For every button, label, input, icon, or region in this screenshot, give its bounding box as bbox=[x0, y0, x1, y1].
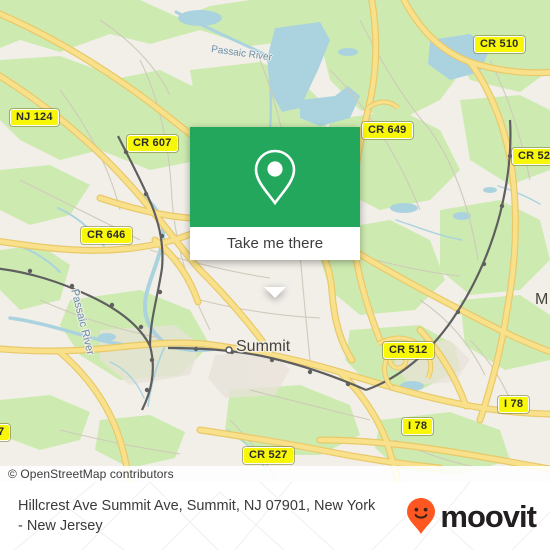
map-pin-icon bbox=[254, 149, 296, 206]
road-shield-nj-124[interactable]: NJ 124 bbox=[10, 109, 59, 126]
road-shield-cr-649[interactable]: CR 649 bbox=[362, 122, 413, 139]
popup-pointer-tail bbox=[264, 287, 286, 298]
moovit-logo[interactable]: moovit bbox=[406, 497, 537, 535]
station-dot-icon bbox=[225, 346, 233, 354]
take-me-there-label: Take me there bbox=[226, 235, 324, 252]
popup-action-row[interactable]: Take me there bbox=[190, 227, 360, 260]
moovit-wordmark: moovit bbox=[440, 498, 537, 534]
road-shield-cr-607[interactable]: CR 607 bbox=[127, 135, 178, 152]
shield-label: CR 512 bbox=[389, 344, 428, 356]
shield-label: CR 646 bbox=[87, 229, 126, 241]
shield-label: CR 510 bbox=[480, 38, 519, 50]
shield-label: I 78 bbox=[504, 398, 524, 410]
road-shield-cr-527-south[interactable]: CR 527 bbox=[243, 447, 294, 464]
attribution-text[interactable]: © OpenStreetMap contributors bbox=[8, 467, 174, 481]
road-shield-clipped-left[interactable]: 7 bbox=[0, 424, 11, 441]
shield-label: CR 527 bbox=[249, 449, 288, 461]
shield-label: 7 bbox=[0, 426, 5, 438]
road-shield-cr-527-east[interactable]: CR 527 bbox=[512, 148, 550, 165]
location-popup-card[interactable]: Take me there bbox=[190, 127, 360, 298]
location-title: Hillcrest Ave Summit Ave, Summit, NJ 079… bbox=[18, 498, 376, 534]
shield-label: CR 527 bbox=[518, 150, 550, 162]
road-shield-cr-510[interactable]: CR 510 bbox=[474, 36, 525, 53]
footer-bar: Hillcrest Ave Summit Ave, Summit, NJ 079… bbox=[0, 482, 550, 550]
shield-label: NJ 124 bbox=[16, 111, 53, 123]
map-screenshot: NJ 124 CR 607 CR 649 CR 510 CR 527 CR 64… bbox=[0, 0, 550, 550]
place-label-summit: Summit bbox=[236, 338, 290, 356]
moovit-pin-icon bbox=[407, 498, 436, 534]
road-shield-i-78-east[interactable]: I 78 bbox=[498, 396, 530, 413]
road-shield-cr-646[interactable]: CR 646 bbox=[81, 227, 132, 244]
road-shield-i-78-west[interactable]: I 78 bbox=[402, 418, 434, 435]
place-label-clipped-right: M bbox=[535, 291, 548, 309]
shield-label: I 78 bbox=[408, 420, 428, 432]
popup-header bbox=[190, 127, 360, 227]
place-name: Summit bbox=[236, 338, 291, 355]
shield-label: CR 607 bbox=[133, 137, 172, 149]
road-shield-cr-512[interactable]: CR 512 bbox=[383, 342, 434, 359]
shield-label: CR 649 bbox=[368, 124, 407, 136]
place-name: M bbox=[535, 291, 549, 308]
